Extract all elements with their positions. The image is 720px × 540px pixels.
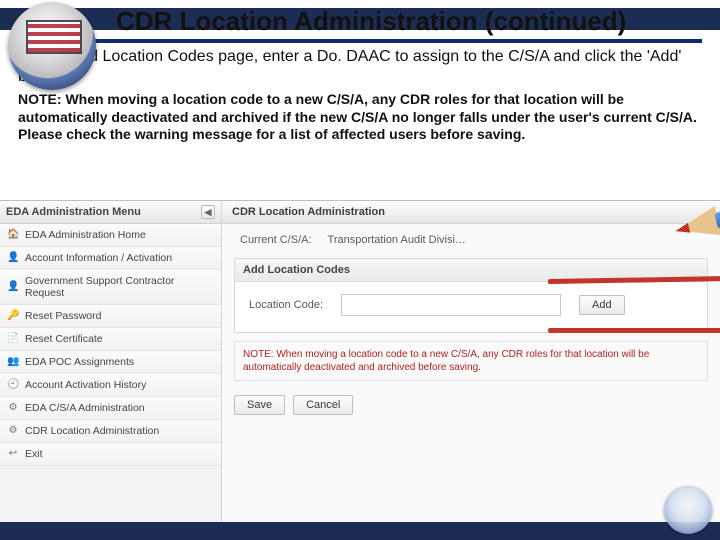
- menu-item-label: Reset Password: [25, 310, 101, 322]
- menu-item-label: Account Activation History: [25, 379, 146, 391]
- annotation-underline-icon: [548, 328, 720, 333]
- panel-body: Location Code: Add: [235, 282, 707, 332]
- location-code-label: Location Code:: [249, 299, 323, 311]
- current-csa-value: Transportation Audit Divisi…: [328, 234, 466, 246]
- footer-band: [0, 522, 720, 540]
- menu-item-label: Exit: [25, 448, 43, 460]
- menu-item-icon: 👤: [7, 252, 19, 264]
- menu-item-icon: 👥: [7, 356, 19, 368]
- menu-item-label: CDR Location Administration: [25, 425, 159, 437]
- menu-item-icon: ↩: [7, 448, 19, 460]
- sidebar-item[interactable]: ⚙ EDA C/S/A Administration: [0, 397, 221, 420]
- sidebar-item[interactable]: 🔑 Reset Password: [0, 305, 221, 328]
- main-panel: CDR Location Administration Current C/S/…: [222, 201, 720, 522]
- note-text: NOTE: When moving a location code to a n…: [8, 89, 712, 152]
- corner-seal-icon: [664, 486, 712, 534]
- location-code-input[interactable]: [341, 294, 561, 316]
- menu-item-icon: 👤: [7, 281, 19, 293]
- save-button[interactable]: Save: [234, 395, 285, 415]
- menu-item-icon: 🏠: [7, 229, 19, 241]
- menu-item-label: Government Support Contractor Request: [25, 275, 214, 299]
- menu-item-icon: 🕘: [7, 379, 19, 391]
- sidebar: EDA Administration Menu ◀ 🏠 EDA Administr…: [0, 201, 222, 522]
- menu-item-label: EDA POC Assignments: [25, 356, 134, 368]
- title-underline: [18, 39, 702, 43]
- menu-item-icon: 🔑: [7, 310, 19, 322]
- app-screenshot: EDA Administration Menu ◀ 🏠 EDA Administr…: [0, 200, 720, 522]
- sidebar-item[interactable]: ↩ Exit: [0, 443, 221, 466]
- main-page-title: CDR Location Administration: [222, 201, 720, 224]
- sidebar-item[interactable]: 🕘 Account Activation History: [0, 374, 221, 397]
- current-csa-row: Current C/S/A: Transportation Audit Divi…: [222, 224, 720, 254]
- add-location-panel: Add Location Codes Location Code: Add: [234, 258, 708, 333]
- sidebar-collapse-button[interactable]: ◀: [201, 205, 215, 219]
- sidebar-item[interactable]: 🏠 EDA Administration Home: [0, 224, 221, 247]
- sidebar-header: EDA Administration Menu ◀: [0, 201, 221, 224]
- intro-text: On the Add Location Codes page, enter a …: [8, 47, 712, 89]
- add-button[interactable]: Add: [579, 295, 625, 315]
- action-row: Save Cancel: [222, 389, 720, 421]
- sidebar-item[interactable]: 👥 EDA POC Assignments: [0, 351, 221, 374]
- menu-item-label: Reset Certificate: [25, 333, 103, 345]
- sidebar-title: EDA Administration Menu: [6, 206, 141, 218]
- menu-item-icon: 📄: [7, 333, 19, 345]
- menu-item-icon: ⚙: [7, 402, 19, 414]
- current-csa-label: Current C/S/A:: [240, 234, 312, 246]
- page-title: CDR Location Administration (continued): [8, 0, 712, 39]
- sidebar-item[interactable]: 📄 Reset Certificate: [0, 328, 221, 351]
- cancel-button[interactable]: Cancel: [293, 395, 353, 415]
- menu-item-label: EDA Administration Home: [25, 229, 146, 241]
- warning-note: NOTE: When moving a location code to a n…: [234, 341, 708, 381]
- sidebar-item[interactable]: 👤 Account Information / Activation: [0, 247, 221, 270]
- menu-item-label: EDA C/S/A Administration: [25, 402, 145, 414]
- agency-seal-icon: [8, 2, 96, 90]
- menu-item-icon: ⚙: [7, 425, 19, 437]
- slide-header: CDR Location Administration (continued) …: [0, 0, 720, 152]
- sidebar-menu: 🏠 EDA Administration Home 👤 Account Informa…: [0, 224, 221, 466]
- sidebar-item[interactable]: ⚙ CDR Location Administration: [0, 420, 221, 443]
- sidebar-item[interactable]: 👤 Government Support Contractor Request: [0, 270, 221, 305]
- menu-item-label: Account Information / Activation: [25, 252, 172, 264]
